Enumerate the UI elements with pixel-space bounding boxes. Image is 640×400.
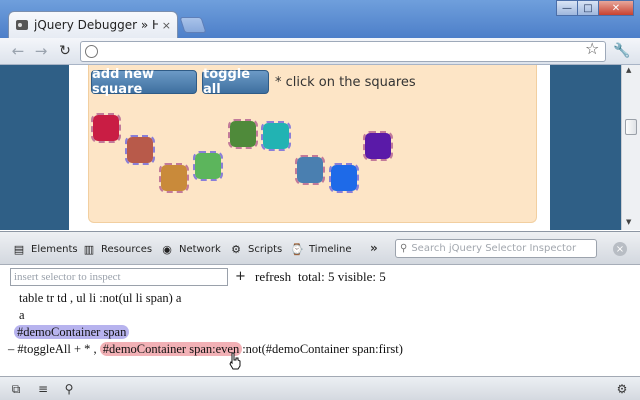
bookmark-star-icon[interactable]: ☆ — [585, 39, 599, 58]
devtools-statusbar: ⧉ ≡ ⚲ ⚙ — [0, 376, 640, 400]
inspector-bar: insert selector to inspect + refresh tot… — [0, 266, 640, 288]
browser-tab[interactable]: jQuery Debugger » How T × — [8, 11, 178, 38]
demo-square[interactable] — [363, 131, 393, 161]
dock-icon[interactable]: ⧉ — [6, 380, 26, 398]
add-selector-button[interactable]: + — [235, 269, 246, 284]
address-bar[interactable] — [80, 41, 606, 62]
tab-label: Timeline — [309, 243, 352, 255]
tab-resources[interactable]: ▥ Resources — [81, 239, 152, 259]
selection-count: total: 5 visible: 5 — [298, 269, 386, 284]
scroll-up-icon[interactable]: ▲ — [626, 66, 631, 74]
toggle-all-button[interactable]: toggle all — [202, 67, 269, 97]
minimize-button[interactable]: — — [556, 0, 578, 16]
hint-text: * click on the squares — [275, 75, 416, 90]
search-icon: ⚲ — [400, 243, 408, 254]
settings-gear-icon[interactable]: ⚙ — [612, 380, 632, 398]
window-controls: — □ ✕ — [556, 0, 634, 16]
devtools-search-field[interactable]: ⚲ Search jQuery Selector Inspector — [395, 239, 597, 258]
tab-timeline[interactable]: ⌚ Timeline — [289, 239, 352, 259]
selector-highlight-blue: #demoContainer span — [14, 325, 130, 339]
favicon-icon — [15, 18, 29, 32]
browser-toolbar: ← → ↻ ☆ 🔧 — [0, 38, 640, 65]
demo-square[interactable] — [125, 135, 155, 165]
globe-icon — [85, 45, 98, 58]
tab-scripts[interactable]: ⚙ Scripts — [228, 239, 282, 259]
devtools-close-icon[interactable]: × — [613, 242, 627, 256]
page-scrollbar[interactable]: ▲ ▼ — [621, 65, 640, 230]
tab-label: Resources — [101, 243, 153, 255]
maximize-button[interactable]: □ — [577, 0, 599, 16]
demo-square[interactable] — [193, 151, 223, 181]
demo-square[interactable] — [228, 119, 258, 149]
wrench-menu-icon[interactable]: 🔧 — [612, 41, 632, 61]
selector-list: table tr td , ul li :not(ul li span) a a… — [0, 290, 640, 374]
selector-prefix: – #toggleAll + * , — [8, 342, 97, 356]
demo-container: add new square toggle all * click on the… — [88, 65, 537, 223]
tab-title: jQuery Debugger » How T — [34, 18, 158, 32]
selector-row[interactable]: – #toggleAll + * , #demoContainer span:e… — [8, 342, 403, 357]
selector-row[interactable]: #demoContainer span — [14, 325, 130, 340]
devtools-toolbar: ▤ Elements ▥ Resources ◉ Network ⚙ Scrip… — [0, 231, 640, 265]
tab-label: Elements — [31, 243, 78, 255]
demo-square[interactable] — [261, 121, 291, 151]
add-new-square-button[interactable]: add new square — [91, 67, 197, 97]
page-viewport: add new square toggle all * click on the… — [0, 65, 640, 230]
tab-elements[interactable]: ▤ Elements — [11, 239, 78, 259]
demo-square[interactable] — [91, 113, 121, 143]
demo-square[interactable] — [295, 155, 325, 185]
search-icon[interactable]: ⚲ — [59, 380, 79, 398]
tab-label: Scripts — [248, 243, 283, 255]
close-window-button[interactable]: ✕ — [598, 0, 634, 16]
back-icon[interactable]: ← — [8, 41, 28, 61]
scroll-down-icon[interactable]: ▼ — [626, 218, 631, 226]
elements-icon: ▤ — [13, 242, 25, 256]
resources-icon: ▥ — [83, 242, 95, 256]
selector-row[interactable]: a — [19, 308, 25, 323]
selector-suffix: :not(#demoContainer span:first) — [242, 342, 403, 356]
tab-label: Network — [179, 243, 221, 255]
new-tab-button[interactable] — [179, 17, 207, 33]
hand-cursor-icon — [229, 352, 241, 370]
timeline-icon: ⌚ — [290, 242, 304, 256]
refresh-link[interactable]: refresh — [255, 269, 291, 285]
console-icon[interactable]: ≡ — [33, 380, 53, 398]
demo-square[interactable] — [329, 163, 359, 193]
reload-icon[interactable]: ↻ — [55, 41, 75, 61]
selector-row[interactable]: table tr td , ul li :not(ul li span) a — [19, 291, 181, 306]
tab-network[interactable]: ◉ Network — [159, 239, 221, 259]
selector-input[interactable]: insert selector to inspect — [10, 268, 228, 286]
tab-close-icon[interactable]: × — [162, 19, 171, 32]
search-placeholder: Search jQuery Selector Inspector — [411, 243, 577, 254]
more-tabs-icon[interactable]: » — [370, 241, 378, 255]
scripts-icon: ⚙ — [231, 242, 241, 256]
selector-highlight-red: #demoContainer span:even — [99, 342, 243, 356]
forward-icon[interactable]: → — [31, 41, 51, 61]
network-icon: ◉ — [162, 242, 172, 256]
scrollbar-thumb[interactable] — [625, 119, 637, 135]
window-titlebar: jQuery Debugger » How T × — □ ✕ — [0, 0, 640, 38]
demo-square[interactable] — [159, 163, 189, 193]
